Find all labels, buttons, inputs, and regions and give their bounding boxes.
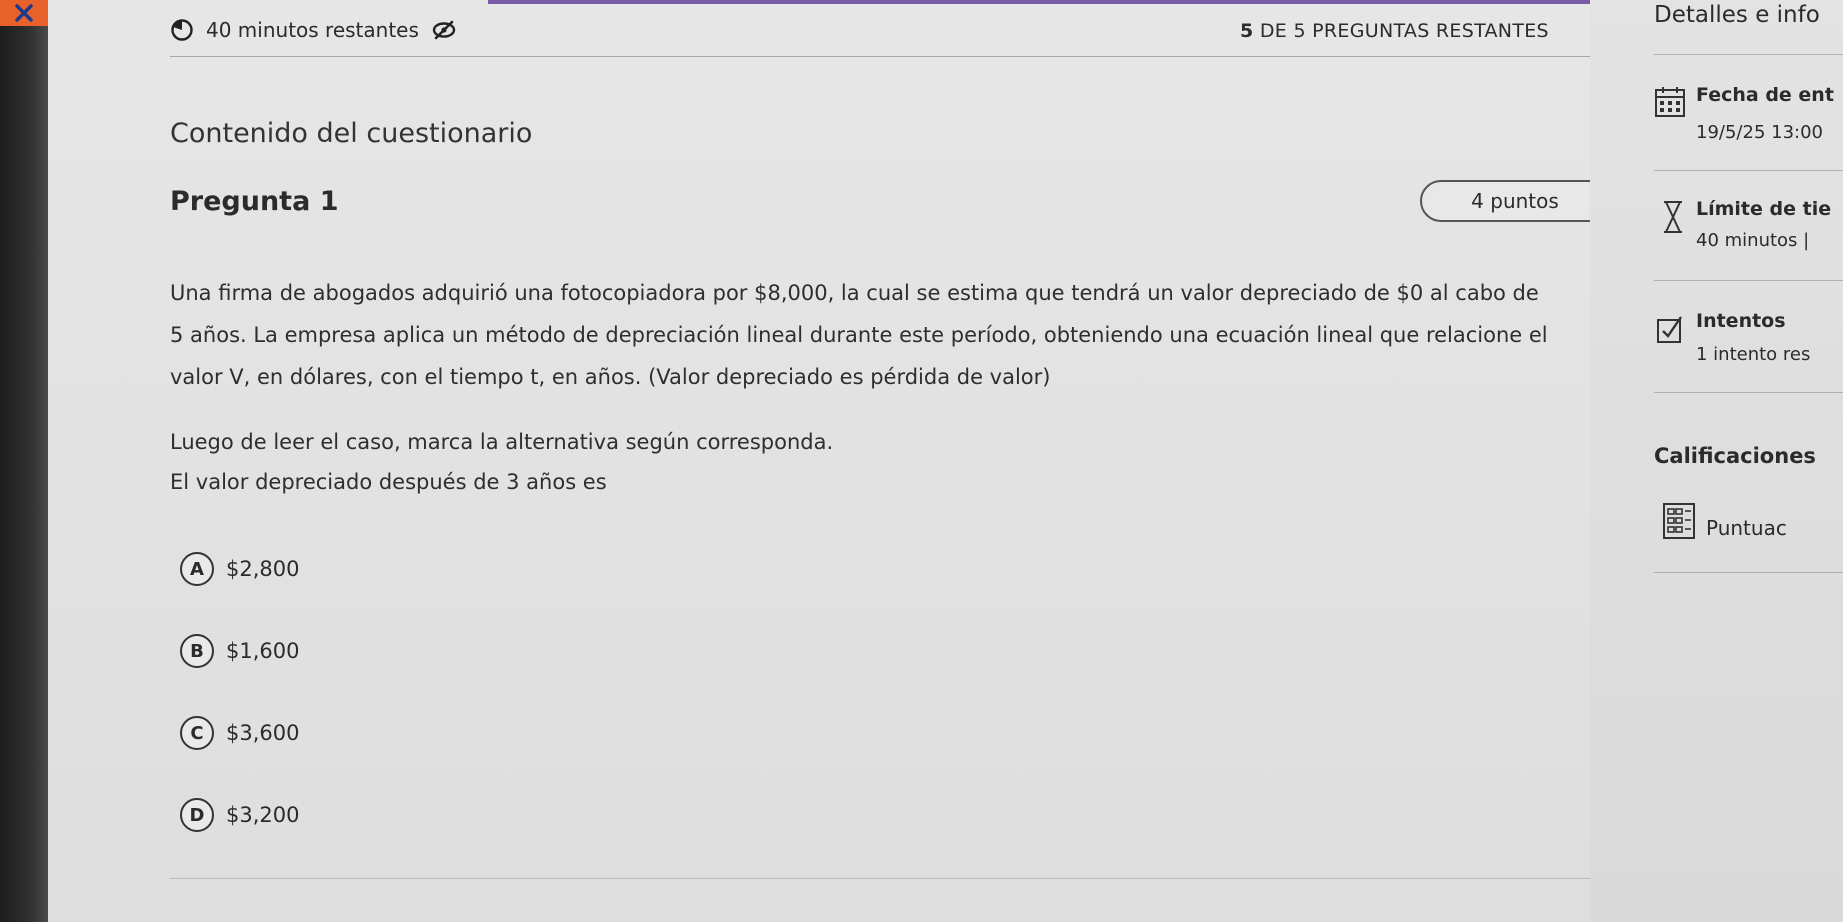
option-letter: A <box>180 552 214 586</box>
due-date-value: 19/5/25 13:00 <box>1696 122 1823 143</box>
calendar-icon <box>1655 87 1685 117</box>
question-body-line: Una firma de abogados adquirió una fotoc… <box>170 281 1539 305</box>
section-title: Contenido del cuestionario <box>170 118 533 149</box>
checkbox-icon <box>1657 316 1682 343</box>
sidebar-divider <box>1654 572 1843 573</box>
questions-remaining-count: 5 <box>1240 20 1254 42</box>
question-body-line: 5 años. La empresa aplica un método de d… <box>170 323 1548 347</box>
timer: 40 minutos restantes <box>170 18 457 42</box>
option-letter: B <box>180 634 214 668</box>
grades-title: Calificaciones <box>1654 444 1816 468</box>
header-divider <box>170 56 1610 57</box>
time-limit-value: 40 minutos | <box>1696 230 1810 251</box>
visibility-off-icon[interactable] <box>431 20 457 40</box>
time-limit-label: Límite de tie <box>1696 198 1832 220</box>
question-body-line: valor V, en dólares, con el tiempo t, en… <box>170 365 1051 389</box>
option-text: $3,200 <box>226 803 300 827</box>
sidebar-divider <box>1654 170 1843 171</box>
option-text: $2,800 <box>226 557 300 581</box>
option-letter: C <box>180 716 214 750</box>
attempts-label: Intentos <box>1696 310 1786 332</box>
option-c[interactable]: C $3,600 <box>180 692 299 774</box>
close-icon <box>15 4 33 22</box>
hourglass-icon <box>1664 201 1682 233</box>
timer-text: 40 minutos restantes <box>206 18 419 42</box>
left-dark-edge <box>0 0 48 922</box>
due-date-label: Fecha de ent <box>1696 84 1834 106</box>
sidebar-divider <box>1654 54 1843 55</box>
answer-options: A $2,800 B $1,600 C $3,600 D $3,200 <box>180 528 299 856</box>
quiz-top-bar: 40 minutos restantes 5 DE 5 PREGUNTAS RE… <box>48 0 1590 56</box>
attempts-value: 1 intento res <box>1696 344 1811 365</box>
option-a[interactable]: A $2,800 <box>180 528 299 610</box>
instruction-text: Luego de leer el caso, marca la alternat… <box>170 430 834 454</box>
sidebar-divider <box>1654 280 1843 281</box>
question-prompt: El valor depreciado después de 3 años es <box>170 470 607 494</box>
timer-icon <box>171 19 193 41</box>
option-text: $1,600 <box>226 639 300 663</box>
questions-remaining: 5 DE 5 PREGUNTAS RESTANTES <box>1240 20 1549 42</box>
option-text: $3,600 <box>226 721 300 745</box>
details-sidebar: Detalles e info Fecha de ent 19/5/25 13:… <box>1590 0 1843 922</box>
option-b[interactable]: B $1,600 <box>180 610 299 692</box>
points-badge: 4 puntos <box>1420 180 1610 222</box>
question-title: Pregunta 1 <box>170 186 339 217</box>
score-label: Puntuac <box>1706 516 1787 540</box>
option-d[interactable]: D $3,200 <box>180 774 299 856</box>
quiz-main-panel: 40 minutos restantes 5 DE 5 PREGUNTAS RE… <box>48 0 1618 922</box>
question-instruction: Luego de leer el caso, marca la alternat… <box>170 422 833 502</box>
questions-remaining-text: DE 5 PREGUNTAS RESTANTES <box>1259 20 1549 42</box>
gradebook-icon <box>1663 503 1695 539</box>
close-button[interactable] <box>0 0 48 26</box>
content-bottom-divider <box>170 878 1610 879</box>
question-body: Una firma de abogados adquirió una fotoc… <box>170 272 1610 398</box>
sidebar-divider <box>1654 392 1843 393</box>
option-letter: D <box>180 798 214 832</box>
sidebar-title: Detalles e info <box>1654 2 1820 28</box>
